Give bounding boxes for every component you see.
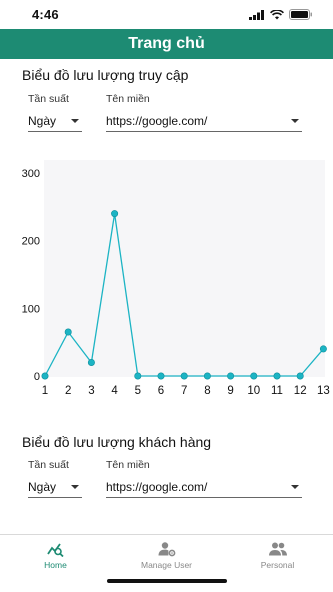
frequency-dropdown[interactable]: Ngày [28, 476, 82, 498]
data-point [134, 372, 142, 380]
y-tick-label: 100 [22, 303, 40, 315]
y-tick-label: 200 [22, 236, 40, 248]
data-point [157, 372, 165, 380]
plot-area [44, 160, 325, 377]
data-point [319, 345, 327, 353]
x-tick-label: 9 [227, 385, 233, 397]
nav-item-manage-user[interactable]: Manage User [111, 535, 222, 592]
x-axis-ticks: 1 2 3 4 5 6 7 8 9 10 11 12 13 [42, 385, 330, 397]
data-point [203, 372, 211, 380]
y-axis-ticks: 0 100 200 300 [22, 168, 40, 383]
frequency-label: Tần suất [28, 93, 69, 105]
x-tick-label: 11 [271, 385, 283, 397]
x-tick-label: 8 [204, 385, 210, 397]
x-tick-label: 2 [65, 385, 71, 397]
nav-label-personal: Personal [260, 560, 295, 570]
signal-icon [249, 9, 264, 20]
home-indicator [107, 579, 227, 583]
data-point [273, 372, 281, 380]
chart-svg: 0100200300 1 2 3 4 5 6 7 8 9 10 11 12 13 [22, 160, 330, 397]
data-point [227, 372, 235, 380]
frequency-value: Ngày [28, 113, 57, 128]
nav-item-personal[interactable]: Personal [222, 535, 333, 592]
frequency-value: Ngày [28, 479, 57, 494]
domain-label: Tên miền [106, 459, 150, 471]
chevron-down-icon [71, 484, 79, 489]
customer-chart-title: Biểu đồ lưu lượng khách hàng [22, 434, 212, 450]
nav-label-home: Home [44, 560, 67, 570]
app-bar: Trang chủ [0, 29, 333, 59]
traffic-chart-title: Biểu đồ lưu lượng truy cập [22, 67, 189, 83]
chevron-down-icon [291, 484, 299, 489]
status-icons [249, 9, 313, 20]
data-point [180, 372, 188, 380]
domain-dropdown[interactable]: https://google.com/ [106, 476, 302, 498]
data-point [87, 358, 95, 366]
wifi-icon [270, 9, 284, 19]
status-bar: 4:46 [0, 0, 333, 29]
chevron-down-icon [291, 118, 299, 123]
domain-label: Tên miền [106, 93, 150, 105]
data-point [296, 372, 304, 380]
chart-search-icon [46, 543, 64, 557]
status-time: 4:46 [32, 7, 59, 22]
x-tick-label: 5 [135, 385, 141, 397]
y-tick-label: 0 [34, 371, 40, 383]
nav-label-manage-user: Manage User [140, 560, 193, 570]
x-tick-label: 7 [181, 385, 187, 397]
y-tick-label: 300 [22, 168, 40, 180]
x-tick-label: 13 [317, 385, 330, 397]
data-point [41, 372, 49, 380]
x-tick-label: 12 [294, 385, 307, 397]
battery-icon [289, 9, 312, 20]
data-point [64, 328, 72, 336]
chevron-down-icon [71, 118, 79, 123]
data-point [111, 210, 119, 218]
domain-dropdown[interactable]: https://google.com/ [106, 110, 302, 132]
traffic-line-chart: 0 100 200 300 1 2 3 4 5 6 7 8 9 10 11 12 13 [0, 160, 333, 400]
page-title: Trang chủ [128, 35, 205, 52]
x-tick-label: 10 [247, 385, 260, 397]
x-tick-label: 1 [42, 385, 48, 397]
domain-value: https://google.com/ [106, 479, 208, 494]
x-tick-label: 6 [158, 385, 164, 397]
domain-value: https://google.com/ [106, 113, 208, 128]
bottom-navigation: Home Manage User Personal [0, 534, 333, 592]
data-point [250, 372, 258, 380]
frequency-label: Tần suất [28, 459, 69, 471]
nav-item-home[interactable]: Home [0, 535, 111, 592]
frequency-dropdown[interactable]: Ngày [28, 110, 82, 132]
manage-user-icon [158, 542, 175, 557]
x-tick-label: 3 [88, 385, 94, 397]
people-icon [268, 542, 287, 556]
x-tick-label: 4 [111, 385, 118, 397]
